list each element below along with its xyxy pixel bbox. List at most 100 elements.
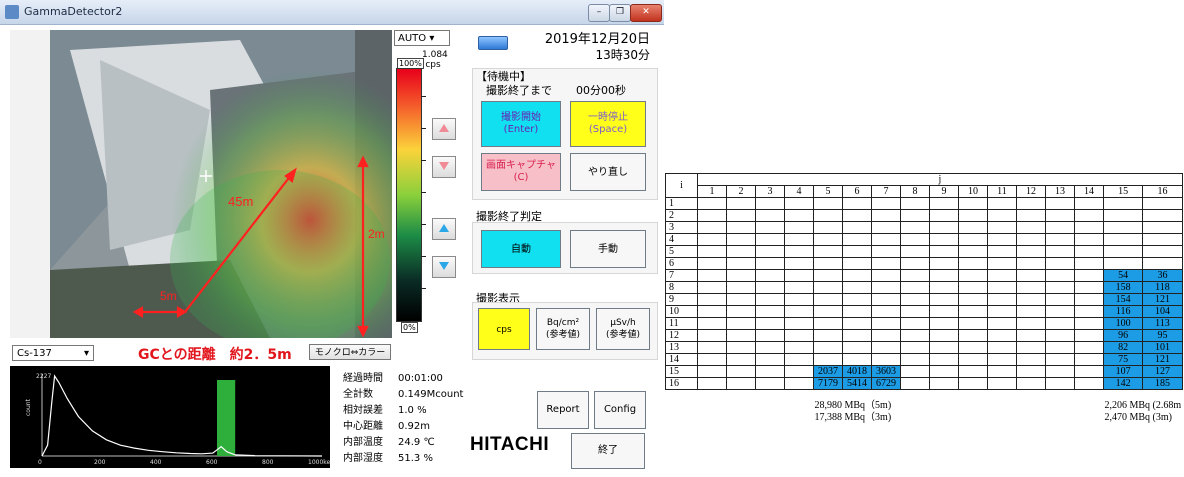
row-header: 6 (665, 257, 698, 270)
auto-judge-button[interactable]: 自動 (481, 230, 561, 268)
stat-value: 1.0 % (398, 405, 427, 416)
table-cell (1016, 221, 1046, 234)
table-cell (755, 245, 785, 258)
scale-max-down-button[interactable] (432, 156, 456, 178)
row-header: 3 (665, 221, 698, 234)
table-cell (842, 245, 872, 258)
table-cell (755, 341, 785, 354)
table-cell (1142, 233, 1183, 246)
table-cell (1102, 221, 1144, 234)
table-cell (697, 233, 727, 246)
table-cell (842, 269, 872, 282)
table-cell (871, 281, 901, 294)
triangle-down-icon (439, 262, 449, 270)
chevron-down-icon: ▾ (429, 33, 435, 44)
battery-icon (478, 36, 508, 50)
table-cell: 154 (1102, 293, 1144, 306)
row-header: 13 (665, 341, 698, 354)
scale-mode-select[interactable]: AUTO ▾ (394, 30, 450, 46)
maximize-button[interactable]: ❐ (609, 4, 631, 22)
stat-value: 51.3 % (398, 453, 433, 464)
table-cell (784, 353, 814, 366)
scale-min-up-button[interactable] (432, 218, 456, 240)
table-cell (1074, 293, 1104, 306)
column-header: 6 (842, 185, 872, 198)
table-row: 6 (665, 257, 1183, 270)
pause-button[interactable]: 一時停止 (Space) (570, 101, 646, 147)
table-cell: 104 (1142, 305, 1183, 318)
table-cell (755, 329, 785, 342)
scale-min-down-button[interactable] (432, 256, 456, 278)
minimize-button[interactable]: – (588, 4, 610, 22)
table-cell (813, 209, 843, 222)
table-cell (987, 257, 1017, 270)
row-header: 9 (665, 293, 698, 306)
table-cell (755, 209, 785, 222)
manual-judge-button[interactable]: 手動 (570, 230, 646, 268)
config-button[interactable]: Config (594, 391, 646, 429)
table-note-row: 17,388 MBq（3m) 2,470 MBq (3m) (666, 412, 1183, 424)
table-cell (842, 353, 872, 366)
close-button[interactable]: ✕ (630, 4, 662, 22)
table-cell (784, 209, 814, 222)
table-cell (813, 341, 843, 354)
table-cell (958, 377, 988, 390)
table-cell (697, 245, 727, 258)
table-cell (726, 209, 756, 222)
screen-capture-button[interactable]: 画面キャプチャ (C) (481, 153, 561, 191)
pause-key: (Space) (588, 124, 628, 135)
table-cell (755, 257, 785, 270)
redo-button[interactable]: やり直し (570, 153, 646, 191)
display-bq-button[interactable]: Bq/cm² (参考値) (536, 308, 590, 350)
brand-logo: HITACHI (470, 434, 550, 455)
table-row: 1 (665, 197, 1183, 210)
report-button[interactable]: Report (537, 391, 589, 429)
app-window: GammaDetector2 – ❐ ✕ 45m 2m 5m AUTO ▾ 1.… (0, 0, 664, 477)
table-row: 3 (665, 221, 1183, 234)
table-cell (1045, 233, 1075, 246)
mono-color-toggle-button[interactable]: モノクロ⇔カラー (309, 344, 391, 360)
nuclide-select[interactable]: Cs-137 ▾ (12, 345, 94, 361)
display-bq-note: (参考値) (545, 330, 581, 340)
note-right: 2,206 MBq (2.68m (1104, 400, 1182, 411)
table-cell: 113 (1142, 317, 1183, 330)
table-cell (1016, 197, 1046, 210)
table-cell (1074, 365, 1104, 378)
table-cell (1045, 209, 1075, 222)
table-cell (929, 305, 959, 318)
row-header: 7 (665, 269, 698, 282)
start-capture-button[interactable]: 撮影開始 (Enter) (481, 101, 561, 147)
table-cell (871, 197, 901, 210)
table-cell (697, 353, 727, 366)
table-cell (784, 197, 814, 210)
table-cell (900, 377, 930, 390)
table-cell (1074, 377, 1104, 390)
table-cell (958, 353, 988, 366)
table-cell (726, 269, 756, 282)
table-cell (987, 209, 1017, 222)
exit-button[interactable]: 終了 (571, 433, 645, 469)
table-cell (987, 293, 1017, 306)
table-cell: 158 (1102, 281, 1144, 294)
table-cell (784, 293, 814, 306)
table-cell (842, 197, 872, 210)
spectrum-ymax-label: 2227 (36, 373, 51, 380)
table-cell (1074, 305, 1104, 318)
table-cell (871, 317, 901, 330)
scale-max-up-button[interactable] (432, 118, 456, 140)
table-cell (871, 245, 901, 258)
table-cell (958, 209, 988, 222)
table-cell (842, 317, 872, 330)
label-45m: 45m (228, 194, 253, 209)
table-cell (958, 293, 988, 306)
table-cell (1045, 329, 1075, 342)
table-cell (726, 245, 756, 258)
table-cell (1074, 269, 1104, 282)
display-usv-button[interactable]: μSv/h (参考値) (596, 308, 650, 350)
row-header: 16 (665, 377, 698, 390)
table-cell (726, 353, 756, 366)
table-cell (871, 257, 901, 270)
display-cps-button[interactable]: cps (478, 308, 530, 350)
table-cell (1045, 305, 1075, 318)
table-cell (1045, 257, 1075, 270)
